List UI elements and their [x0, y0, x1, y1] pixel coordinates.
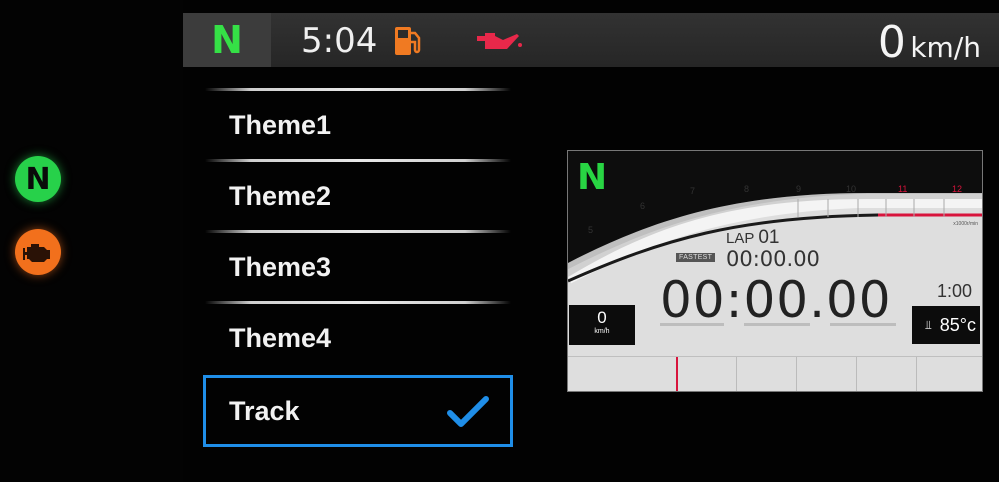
speed-readout: 0 km/h [878, 17, 981, 68]
check-engine-icon [15, 229, 61, 275]
theme-menu: Theme1 Theme2 Theme3 Theme4 Track [203, 88, 513, 447]
gear-indicator: N [211, 18, 243, 62]
left-bezel: N [0, 0, 183, 482]
fastest-lap-time: 00:00.00 [726, 247, 820, 271]
menu-item-theme3[interactable]: Theme3 [203, 233, 513, 301]
rpm-tick-label: 7 [690, 186, 696, 196]
neutral-indicator-label: N [25, 161, 51, 197]
preview-speed-value: 0 [597, 308, 607, 327]
fuel-pump-icon [393, 25, 423, 62]
preview-gear-indicator: N [577, 157, 608, 198]
preview-bottom-cells [568, 356, 982, 391]
lap-label: LAP [726, 230, 755, 247]
speed-unit: km/h [910, 31, 981, 64]
menu-item-theme1[interactable]: Theme1 [203, 91, 513, 159]
preview-clock: 1:00 [936, 281, 972, 301]
rpm-tick-label: 12 [952, 184, 963, 194]
menu-item-label: Theme4 [229, 322, 332, 353]
lap-counter: LAP 01 [726, 227, 780, 249]
menu-item-label: Theme1 [229, 109, 332, 140]
menu-item-label: Theme3 [229, 251, 332, 282]
track-theme-preview: N 5 6 7 8 9 10 11 12 x1000r/min LAP 01 FA… [567, 150, 983, 392]
preview-temperature: 85°c [939, 314, 976, 335]
rpm-tick-label: 9 [796, 184, 802, 194]
checkmark-icon [446, 395, 490, 436]
rpm-tick-label: 8 [744, 184, 750, 194]
gear-box: N [183, 13, 271, 67]
lap-number: 01 [758, 227, 780, 248]
fastest-badge: FASTEST [676, 253, 716, 262]
speed-value: 0 [877, 17, 906, 68]
menu-item-theme2[interactable]: Theme2 [203, 162, 513, 230]
rpm-tick-label: 6 [640, 201, 646, 211]
preview-speed-box: 0 km/h [569, 305, 635, 345]
neutral-indicator-icon: N [15, 156, 61, 202]
preview-speed-unit: km/h [594, 328, 610, 335]
coolant-temp-icon: ⫫ [925, 317, 932, 332]
current-lap-time: 00:00.00 [660, 271, 892, 329]
oil-pressure-icon [475, 30, 523, 57]
rpm-unit-label: x1000r/min [953, 221, 978, 227]
menu-item-label: Track [229, 395, 300, 426]
lap-time-underlines [660, 323, 896, 327]
rpm-tick-label: 5 [588, 225, 594, 235]
menu-item-label: Theme2 [229, 180, 332, 211]
dashboard-screen: N 5:04 0 km/h Theme1 Theme2 Theme3 Theme… [183, 0, 999, 482]
clock: 5:04 [301, 21, 378, 61]
rpm-tick-label: 11 [898, 184, 908, 194]
menu-item-track[interactable]: Track [203, 375, 513, 447]
rpm-tick-label: 10 [846, 184, 857, 194]
status-bar: N 5:04 0 km/h [183, 13, 999, 68]
preview-temp-box: ⫫ 85°c [912, 306, 980, 344]
menu-item-theme4[interactable]: Theme4 [203, 304, 513, 372]
